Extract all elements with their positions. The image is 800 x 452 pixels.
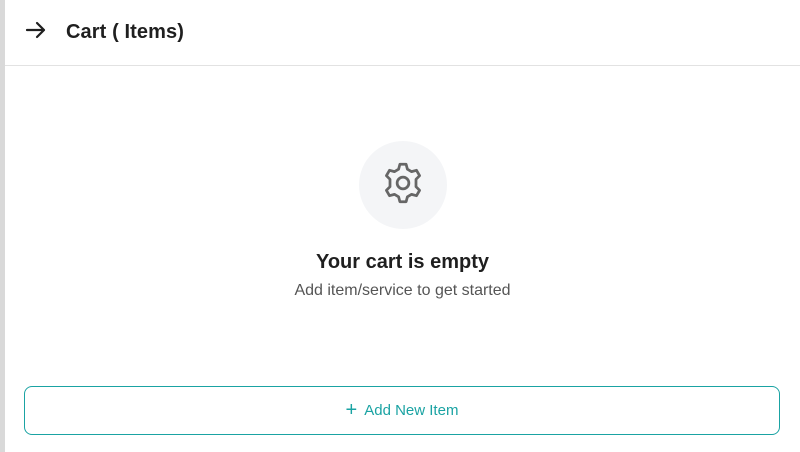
arrow-right-icon [24,18,48,47]
empty-state-title: Your cart is empty [315,251,490,273]
cart-panel: Cart ( Items) Your cart is empty Add ite… [0,0,800,452]
add-new-item-label: Add New Item [364,402,459,419]
close-cart-button[interactable] [23,20,49,46]
add-new-item-button[interactable]: + Add New Item [24,386,780,435]
empty-state-subtitle: Add item/service to get started [294,282,511,299]
empty-state-icon-circle [358,141,447,229]
gear-icon [381,161,425,210]
empty-state: Your cart is empty Add item/service to g… [5,141,800,300]
plus-icon: + [345,398,358,421]
cart-header: Cart ( Items) [5,0,800,66]
page-title: Cart ( Items) [66,21,184,43]
